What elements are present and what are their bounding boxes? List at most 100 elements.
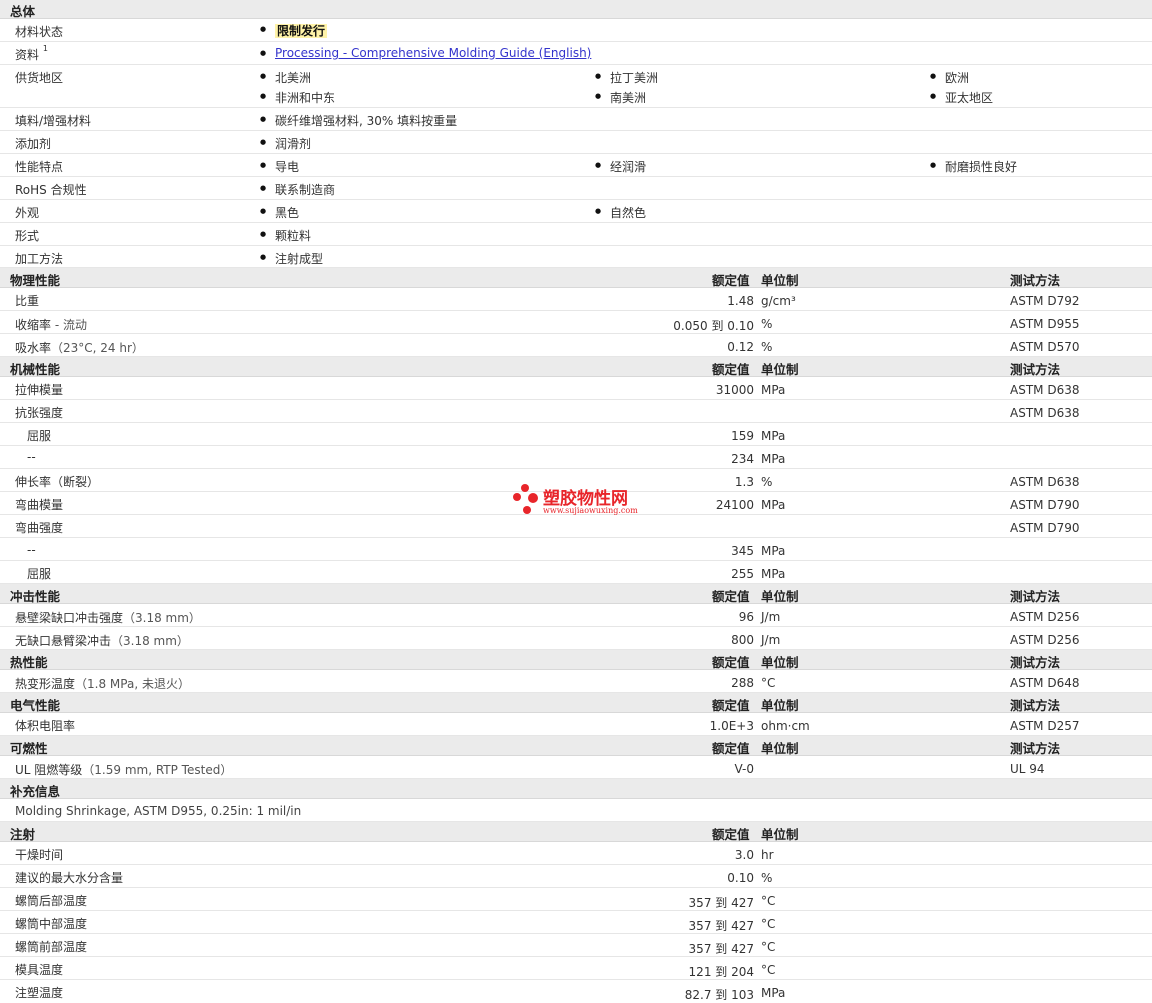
feature-item: 经润滑 bbox=[595, 158, 646, 175]
row-unit: % bbox=[761, 871, 773, 885]
col-header-unit: 单位制 bbox=[761, 362, 799, 377]
section-title: 可燃性 bbox=[10, 741, 48, 756]
section-title: 电气性能 bbox=[10, 698, 61, 713]
table-row: 建议的最大水分含量 0.10 % bbox=[0, 865, 1152, 888]
table-row: 模具温度 121 到 204 °C bbox=[0, 957, 1152, 980]
table-row: 螺筒后部温度 357 到 427 °C bbox=[0, 888, 1152, 911]
row-condition: （3.18 mm） bbox=[111, 634, 189, 648]
row-method: ASTM D648 bbox=[1010, 676, 1080, 690]
table-row: -- 345 MPa bbox=[0, 538, 1152, 561]
row-label: 拉伸模量 bbox=[15, 383, 64, 397]
row-unit: °C bbox=[761, 676, 776, 690]
row-unit: MPa bbox=[761, 429, 786, 443]
row-unit: % bbox=[761, 475, 773, 489]
col-header-unit: 单位制 bbox=[761, 741, 799, 756]
region-item: 非洲和中东 bbox=[260, 89, 335, 106]
row-label: 悬壁梁缺口冲击强度（3.18 mm） bbox=[15, 609, 201, 626]
row-method: ASTM D256 bbox=[1010, 610, 1080, 624]
row-unit: J/m bbox=[761, 633, 781, 647]
appearance-item: 自然色 bbox=[595, 204, 646, 221]
section-electrical-header: 电气性能 额定值 单位制 测试方法 bbox=[0, 693, 1152, 713]
row-label: 收缩率 - 流动 bbox=[15, 316, 87, 333]
row-appearance: 外观 黑色 自然色 bbox=[0, 200, 1152, 223]
row-value: 1.48 bbox=[727, 294, 754, 308]
region-item: 南美洲 bbox=[595, 89, 646, 106]
bullet-item: 注射成型 bbox=[260, 250, 323, 267]
row-value: 357 到 427 bbox=[688, 896, 754, 910]
row-unit: % bbox=[761, 317, 773, 331]
row-value: 1.0E+3 bbox=[709, 719, 754, 733]
row-method: ASTM D955 bbox=[1010, 317, 1080, 331]
table-row: 屈服 255 MPa bbox=[0, 561, 1152, 584]
row-unit: J/m bbox=[761, 610, 781, 624]
row-label: 比重 bbox=[15, 294, 40, 308]
col-header-value: 额定值 bbox=[712, 362, 750, 377]
col-header-value: 额定值 bbox=[712, 741, 750, 756]
row-unit: hr bbox=[761, 848, 774, 862]
row-value: 288 bbox=[731, 676, 754, 690]
bullet-item: 润滑剂 bbox=[260, 135, 311, 152]
row-unit: °C bbox=[761, 940, 776, 954]
table-row: 拉伸模量 31000 MPa ASTM D638 bbox=[0, 377, 1152, 400]
row-label: 屈服 bbox=[27, 429, 52, 443]
doc-link[interactable]: Processing - Comprehensive Molding Guide… bbox=[275, 46, 591, 60]
row-label: 模具温度 bbox=[15, 963, 64, 977]
section-thermal-header: 热性能 额定值 单位制 测试方法 bbox=[0, 650, 1152, 670]
row-value: 0.050 到 0.10 bbox=[673, 319, 754, 333]
row-unit: °C bbox=[761, 894, 776, 908]
row-label: 弯曲模量 bbox=[15, 498, 64, 512]
section-title: 补充信息 bbox=[10, 784, 61, 799]
row-value: 3.0 bbox=[734, 848, 754, 862]
row-label-text: 资料 bbox=[15, 48, 40, 62]
row-supply-regions: 供货地区 北美洲 拉丁美洲 欧洲 非洲和中东 南美洲 亚太地区 bbox=[0, 65, 1152, 108]
col-header-method: 测试方法 bbox=[1010, 655, 1061, 670]
row-label: UL 阻燃等级（1.59 mm, RTP Tested） bbox=[15, 761, 232, 778]
row-label-text: UL 阻燃等级 bbox=[15, 763, 83, 777]
section-title: 热性能 bbox=[10, 655, 48, 670]
section-title: 冲击性能 bbox=[10, 589, 61, 604]
row-label: 填料/增强材料 bbox=[15, 114, 92, 128]
row-label: -- bbox=[27, 543, 36, 557]
row-label-text: 吸水率 bbox=[15, 341, 52, 355]
col-header-method: 测试方法 bbox=[1010, 273, 1061, 288]
row-condition: - 流动 bbox=[51, 318, 87, 332]
row-rohs: RoHS 合规性 联系制造商 bbox=[0, 177, 1152, 200]
row-label: 体积电阻率 bbox=[15, 719, 76, 733]
row-label: 资料 1 bbox=[15, 44, 48, 63]
table-row: 注塑温度 82.7 到 103 MPa bbox=[0, 980, 1152, 1002]
row-method: ASTM D638 bbox=[1010, 406, 1080, 420]
section-impact-header: 冲击性能 额定值 单位制 测试方法 bbox=[0, 584, 1152, 604]
section-physical-header: 物理性能 额定值 单位制 测试方法 bbox=[0, 268, 1152, 288]
row-label: 伸长率（断裂） bbox=[15, 475, 100, 489]
row-unit: % bbox=[761, 340, 773, 354]
row-label: 热变形温度（1.8 MPa, 未退火） bbox=[15, 675, 190, 692]
row-label: 螺筒中部温度 bbox=[15, 917, 88, 931]
row-value: 24100 bbox=[715, 498, 754, 512]
row-value: 234 bbox=[731, 452, 754, 466]
row-condition: （23°C, 24 hr） bbox=[51, 341, 144, 355]
table-row: UL 阻燃等级（1.59 mm, RTP Tested） V-0 UL 94 bbox=[0, 756, 1152, 779]
col-header-value: 额定值 bbox=[712, 698, 750, 713]
bullet-item: 颗粒料 bbox=[260, 227, 311, 244]
col-header-method: 测试方法 bbox=[1010, 741, 1061, 756]
table-row: 屈服 159 MPa bbox=[0, 423, 1152, 446]
table-row: 无缺口悬臂梁冲击（3.18 mm） 800 J/m ASTM D256 bbox=[0, 627, 1152, 650]
row-unit: °C bbox=[761, 963, 776, 977]
row-method: ASTM D792 bbox=[1010, 294, 1080, 308]
row-value: 0.10 bbox=[727, 871, 754, 885]
col-header-method: 测试方法 bbox=[1010, 362, 1061, 377]
table-row: 吸水率（23°C, 24 hr） 0.12 % ASTM D570 bbox=[0, 334, 1152, 357]
row-label: 螺筒后部温度 bbox=[15, 894, 88, 908]
table-row: 悬壁梁缺口冲击强度（3.18 mm） 96 J/m ASTM D256 bbox=[0, 604, 1152, 627]
col-header-unit: 单位制 bbox=[761, 827, 799, 842]
section-title: 机械性能 bbox=[10, 362, 61, 377]
section-title: 物理性能 bbox=[10, 273, 61, 288]
section-injection-header: 注射 额定值 单位制 bbox=[0, 822, 1152, 842]
row-label: 添加剂 bbox=[15, 137, 52, 151]
row-label: 供货地区 bbox=[15, 71, 64, 85]
row-value: 255 bbox=[731, 567, 754, 581]
row-unit: ohm·cm bbox=[761, 719, 810, 733]
row-value: 31000 bbox=[715, 383, 754, 397]
row-label: 外观 bbox=[15, 206, 40, 220]
row-label: 建议的最大水分含量 bbox=[15, 871, 124, 885]
